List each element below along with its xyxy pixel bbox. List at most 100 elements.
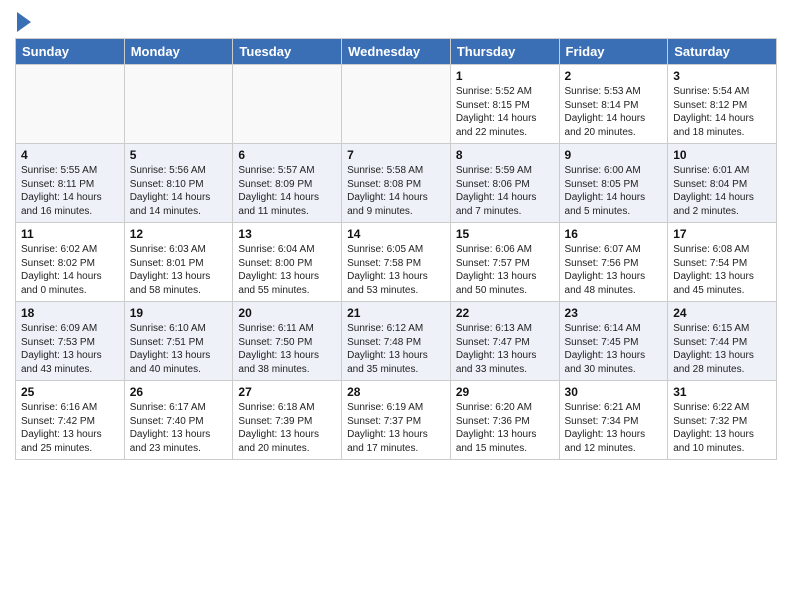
calendar-week-row: 18 Sunrise: 6:09 AM Sunset: 7:53 PM Dayli… [16,302,777,381]
day-number: 18 [21,306,119,320]
day-number: 6 [238,148,336,162]
calendar-day-cell: 15 Sunrise: 6:06 AM Sunset: 7:57 PM Dayli… [450,223,559,302]
calendar-header-sunday: Sunday [16,39,125,65]
day-info: Sunrise: 5:52 AM Sunset: 8:15 PM Dayligh… [456,85,554,139]
day-info: Sunrise: 6:06 AM Sunset: 7:57 PM Dayligh… [456,243,554,297]
calendar-day-cell: 7Sunrise: 5:58 AM Sunset: 8:08 PM Daylig… [342,144,451,223]
calendar-day-cell: 20 Sunrise: 6:11 AM Sunset: 7:50 PM Dayli… [233,302,342,381]
calendar-day-cell: 8 Sunrise: 5:59 AM Sunset: 8:06 PM Daylig… [450,144,559,223]
calendar-header-saturday: Saturday [668,39,777,65]
calendar-day-cell: 5 Sunrise: 5:56 AM Sunset: 8:10 PM Daylig… [124,144,233,223]
day-number: 27 [238,385,336,399]
day-number: 26 [130,385,228,399]
calendar-day-cell: 2Sunrise: 5:53 AM Sunset: 8:14 PM Daylig… [559,65,668,144]
day-info: Sunrise: 6:01 AM Sunset: 8:04 PM Dayligh… [673,164,771,218]
day-info: Sunrise: 6:02 AM Sunset: 8:02 PM Dayligh… [21,243,119,297]
day-info: Sunrise: 6:22 AM Sunset: 7:32 PM Dayligh… [673,401,771,455]
day-info: Sunrise: 6:04 AM Sunset: 8:00 PM Dayligh… [238,243,336,297]
calendar-day-cell: 16Sunrise: 6:07 AM Sunset: 7:56 PM Dayli… [559,223,668,302]
day-number: 24 [673,306,771,320]
day-info: Sunrise: 6:09 AM Sunset: 7:53 PM Dayligh… [21,322,119,376]
calendar-day-cell: 18 Sunrise: 6:09 AM Sunset: 7:53 PM Dayli… [16,302,125,381]
day-info: Sunrise: 6:11 AM Sunset: 7:50 PM Dayligh… [238,322,336,376]
day-number: 30 [565,385,663,399]
day-info: Sunrise: 6:18 AM Sunset: 7:39 PM Dayligh… [238,401,336,455]
calendar-header-thursday: Thursday [450,39,559,65]
day-info: Sunrise: 5:56 AM Sunset: 8:10 PM Dayligh… [130,164,228,218]
calendar-header-friday: Friday [559,39,668,65]
calendar-day-cell: 11 Sunrise: 6:02 AM Sunset: 8:02 PM Dayli… [16,223,125,302]
day-number: 29 [456,385,554,399]
logo-arrow-icon [17,12,31,32]
calendar-day-cell: 9 Sunrise: 6:00 AM Sunset: 8:05 PM Daylig… [559,144,668,223]
day-number: 10 [673,148,771,162]
day-number: 12 [130,227,228,241]
calendar-day-cell: 4 Sunrise: 5:55 AM Sunset: 8:11 PM Daylig… [16,144,125,223]
day-number: 8 [456,148,554,162]
day-info: Sunrise: 6:10 AM Sunset: 7:51 PM Dayligh… [130,322,228,376]
day-info: Sunrise: 6:15 AM Sunset: 7:44 PM Dayligh… [673,322,771,376]
calendar-day-cell: 19 Sunrise: 6:10 AM Sunset: 7:51 PM Dayli… [124,302,233,381]
calendar-day-cell: 27 Sunrise: 6:18 AM Sunset: 7:39 PM Dayli… [233,381,342,460]
header [15,10,777,32]
day-number: 23 [565,306,663,320]
day-number: 20 [238,306,336,320]
day-info: Sunrise: 6:19 AM Sunset: 7:37 PM Dayligh… [347,401,445,455]
day-info: Sunrise: 5:55 AM Sunset: 8:11 PM Dayligh… [21,164,119,218]
calendar-header-row: SundayMondayTuesdayWednesdayThursdayFrid… [16,39,777,65]
day-number: 7 [347,148,445,162]
day-number: 5 [130,148,228,162]
calendar-day-cell: 21Sunrise: 6:12 AM Sunset: 7:48 PM Dayli… [342,302,451,381]
day-info: Sunrise: 6:14 AM Sunset: 7:45 PM Dayligh… [565,322,663,376]
calendar-day-cell: 14Sunrise: 6:05 AM Sunset: 7:58 PM Dayli… [342,223,451,302]
day-number: 21 [347,306,445,320]
day-number: 9 [565,148,663,162]
day-number: 22 [456,306,554,320]
day-info: Sunrise: 6:20 AM Sunset: 7:36 PM Dayligh… [456,401,554,455]
calendar-day-cell: 22 Sunrise: 6:13 AM Sunset: 7:47 PM Dayli… [450,302,559,381]
calendar-day-cell: 13 Sunrise: 6:04 AM Sunset: 8:00 PM Dayli… [233,223,342,302]
day-info: Sunrise: 6:13 AM Sunset: 7:47 PM Dayligh… [456,322,554,376]
day-info: Sunrise: 6:00 AM Sunset: 8:05 PM Dayligh… [565,164,663,218]
day-number: 3 [673,69,771,83]
calendar-table: SundayMondayTuesdayWednesdayThursdayFrid… [15,38,777,460]
calendar-day-cell: 12 Sunrise: 6:03 AM Sunset: 8:01 PM Dayli… [124,223,233,302]
calendar-day-cell: 31 Sunrise: 6:22 AM Sunset: 7:32 PM Dayli… [668,381,777,460]
calendar-day-cell: 26 Sunrise: 6:17 AM Sunset: 7:40 PM Dayli… [124,381,233,460]
day-number: 19 [130,306,228,320]
calendar-week-row: 4 Sunrise: 5:55 AM Sunset: 8:11 PM Daylig… [16,144,777,223]
calendar-day-cell [124,65,233,144]
calendar-day-cell: 29 Sunrise: 6:20 AM Sunset: 7:36 PM Dayli… [450,381,559,460]
calendar-day-cell [342,65,451,144]
day-info: Sunrise: 5:54 AM Sunset: 8:12 PM Dayligh… [673,85,771,139]
calendar-day-cell: 25Sunrise: 6:16 AM Sunset: 7:42 PM Dayli… [16,381,125,460]
calendar-day-cell: 6 Sunrise: 5:57 AM Sunset: 8:09 PM Daylig… [233,144,342,223]
day-info: Sunrise: 5:57 AM Sunset: 8:09 PM Dayligh… [238,164,336,218]
day-info: Sunrise: 5:53 AM Sunset: 8:14 PM Dayligh… [565,85,663,139]
day-number: 1 [456,69,554,83]
calendar-day-cell: 1 Sunrise: 5:52 AM Sunset: 8:15 PM Daylig… [450,65,559,144]
day-info: Sunrise: 6:17 AM Sunset: 7:40 PM Dayligh… [130,401,228,455]
calendar-day-cell: 28 Sunrise: 6:19 AM Sunset: 7:37 PM Dayli… [342,381,451,460]
day-info: Sunrise: 6:08 AM Sunset: 7:54 PM Dayligh… [673,243,771,297]
day-number: 17 [673,227,771,241]
calendar-day-cell: 10 Sunrise: 6:01 AM Sunset: 8:04 PM Dayli… [668,144,777,223]
calendar-header-monday: Monday [124,39,233,65]
day-info: Sunrise: 5:59 AM Sunset: 8:06 PM Dayligh… [456,164,554,218]
day-number: 13 [238,227,336,241]
calendar-day-cell [233,65,342,144]
day-number: 14 [347,227,445,241]
calendar-day-cell: 23 Sunrise: 6:14 AM Sunset: 7:45 PM Dayli… [559,302,668,381]
logo [15,10,31,32]
day-number: 31 [673,385,771,399]
day-info: Sunrise: 6:03 AM Sunset: 8:01 PM Dayligh… [130,243,228,297]
calendar-week-row: 25Sunrise: 6:16 AM Sunset: 7:42 PM Dayli… [16,381,777,460]
calendar-header-wednesday: Wednesday [342,39,451,65]
day-number: 4 [21,148,119,162]
calendar-day-cell: 30 Sunrise: 6:21 AM Sunset: 7:34 PM Dayli… [559,381,668,460]
day-number: 15 [456,227,554,241]
calendar-day-cell: 3 Sunrise: 5:54 AM Sunset: 8:12 PM Daylig… [668,65,777,144]
day-number: 28 [347,385,445,399]
day-number: 11 [21,227,119,241]
day-info: Sunrise: 6:21 AM Sunset: 7:34 PM Dayligh… [565,401,663,455]
